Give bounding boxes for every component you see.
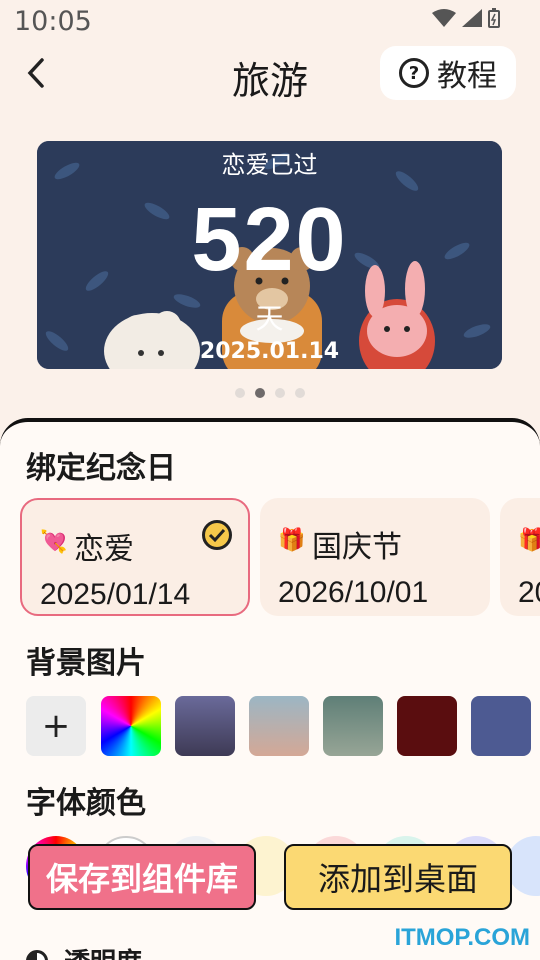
background-image-list: + [26,696,540,756]
anniversary-list: 💘 恋爱 2025/01/14 🎁 国庆节 2026/10/01 🎁 20 [20,498,540,618]
save-to-library-button[interactable]: 保存到组件库 [28,844,256,910]
background-thumbnail[interactable] [175,696,235,756]
preview-title: 恋爱已过 [221,151,318,179]
background-thumbnail[interactable] [323,696,383,756]
anniversary-date: 20 [518,576,540,609]
transparency-row: 透明度 [26,942,142,960]
font-color-title: 字体颜色 [26,786,146,821]
anniversary-card-national-day[interactable]: 🎁 国庆节 2026/10/01 [260,498,490,616]
preview-pager [0,388,540,398]
gift-icon: 🎁 [518,528,540,553]
anniversary-name: 国庆节 [312,530,402,565]
background-thumbnail[interactable] [397,696,457,756]
widget-preview[interactable]: 恋爱已过 520 天 2025.01.14 [37,141,502,369]
wifi-icon [432,9,456,27]
watermark: ITMOP.COM [394,924,530,951]
battery-icon [488,8,500,28]
bind-anniversary-title: 绑定纪念日 [26,451,176,486]
pager-dot-active[interactable] [255,388,265,398]
status-icons [432,8,500,28]
anniversary-card-partial[interactable]: 🎁 20 [500,498,540,616]
pager-dot[interactable] [235,388,245,398]
pager-dot[interactable] [275,388,285,398]
status-time: 10:05 [14,6,92,37]
preview-date: 2025.01.14 [199,339,340,364]
color-wheel-background[interactable] [101,696,161,756]
add-to-desktop-button[interactable]: 添加到桌面 [284,844,512,910]
background-thumbnail[interactable] [249,696,309,756]
anniversary-name: 恋爱 [74,532,134,567]
tutorial-button[interactable]: ? 教程 [380,46,516,100]
preview-unit: 天 [255,302,284,335]
background-image-title: 背景图片 [26,646,146,681]
help-icon: ? [399,58,429,88]
background-thumbnail[interactable] [471,696,531,756]
signal-icon [462,9,482,27]
top-bar: 旅游 ? 教程 [0,44,540,104]
anniversary-date: 2026/10/01 [278,576,429,609]
contrast-icon [26,949,48,960]
check-icon [202,520,232,550]
add-background-button[interactable]: + [26,696,86,756]
tutorial-label: 教程 [437,59,497,94]
preview-day-count: 520 [191,190,348,290]
heart-icon: 💘 [40,530,68,555]
transparency-label: 透明度 [64,942,142,960]
gift-icon: 🎁 [278,528,306,553]
pager-dot[interactable] [295,388,305,398]
status-bar: 10:05 [0,0,540,44]
anniversary-card-love[interactable]: 💘 恋爱 2025/01/14 [20,498,250,616]
anniversary-date: 2025/01/14 [40,578,191,611]
